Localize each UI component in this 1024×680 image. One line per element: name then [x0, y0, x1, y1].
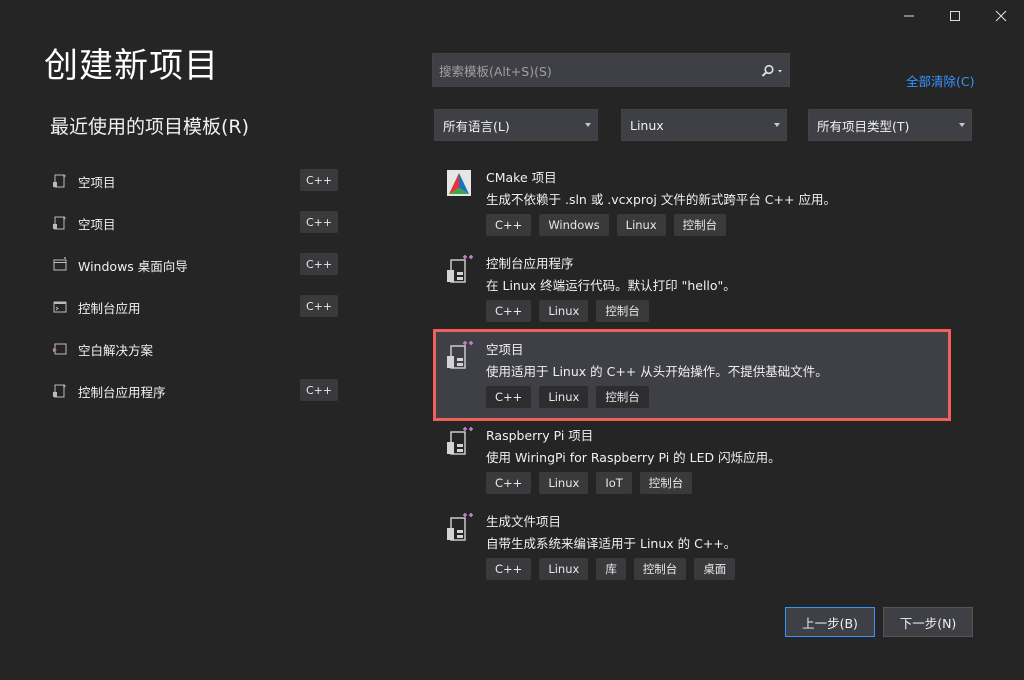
recent-item-label: 空项目: [78, 216, 116, 232]
template-name: Raspberry Pi 项目: [486, 428, 594, 443]
template-tag: 控制台: [633, 558, 687, 580]
back-button[interactable]: 上一步(B): [785, 607, 875, 637]
recent-templates-heading: 最近使用的项目模板(R): [50, 116, 250, 138]
clear-all-link[interactable]: 全部清除(C): [906, 71, 974, 90]
recent-item-label: 控制台应用程序: [78, 384, 166, 400]
template-description: 使用适用于 Linux 的 C++ 从头开始操作。不提供基础文件。: [486, 364, 828, 379]
platform-filter-dropdown[interactable]: Linux: [621, 109, 787, 141]
template-name: 生成文件项目: [486, 514, 562, 529]
recent-item-empty-project-windows[interactable]: 空项目 C++: [44, 202, 344, 244]
recent-item-console-app[interactable]: 控制台应用 C++: [44, 286, 344, 328]
chevron-down-icon: [959, 123, 965, 127]
template-name: CMake 项目: [486, 170, 557, 185]
platform-filter-value: Linux: [630, 117, 664, 133]
template-tag: C++: [486, 386, 532, 408]
next-button[interactable]: 下一步(N): [883, 607, 973, 637]
project-type-filter-value: 所有项目类型(T): [817, 118, 910, 134]
template-tag: C++: [486, 300, 532, 322]
template-tag: Linux: [539, 558, 589, 580]
linux-cpp-project-icon: [446, 512, 474, 544]
maximize-icon: [950, 11, 960, 21]
template-item-empty-project[interactable]: 空项目 使用适用于 Linux 的 C++ 从头开始操作。不提供基础文件。 C+…: [433, 329, 951, 421]
minimize-button[interactable]: [886, 0, 932, 32]
cmake-icon: [446, 168, 474, 200]
close-icon: [995, 10, 1007, 22]
template-description: 在 Linux 终端运行代码。默认打印 "hello"。: [486, 278, 736, 293]
maximize-button[interactable]: [932, 0, 978, 32]
template-name: 空项目: [486, 342, 524, 357]
recent-item-label: Windows 桌面向导: [78, 258, 188, 274]
language-filter-value: 所有语言(L): [443, 118, 510, 134]
console-app-icon: [50, 381, 70, 401]
recent-item-tag: C++: [300, 211, 339, 233]
template-tags: C++ Linux 控制台: [486, 300, 649, 322]
template-tag: 库: [596, 558, 626, 580]
recent-item-tag: C++: [300, 169, 339, 191]
template-tag: 控制台: [673, 214, 727, 236]
recent-item-label: 空白解决方案: [78, 342, 154, 358]
search-icon[interactable]: [759, 62, 785, 80]
blank-solution-icon: [50, 339, 70, 359]
template-tag: C++: [486, 558, 532, 580]
desktop-wizard-icon: [50, 255, 70, 275]
template-tag: 控制台: [639, 472, 693, 494]
template-item-cmake[interactable]: CMake 项目 生成不依赖于 .sln 或 .vcxproj 文件的新式跨平台…: [436, 160, 948, 246]
template-description: 自带生成系统来编译适用于 Linux 的 C++。: [486, 536, 737, 551]
recent-item-tag: C++: [300, 253, 339, 275]
template-tag: IoT: [596, 472, 632, 494]
template-tags: C++ Linux IoT 控制台: [486, 472, 693, 494]
template-tag: Linux: [539, 472, 589, 494]
template-tag: Windows: [539, 214, 609, 236]
template-name: 控制台应用程序: [486, 256, 574, 271]
page-title: 创建新项目: [44, 46, 219, 86]
recent-item-label: 空项目: [78, 174, 116, 190]
linux-project-icon: [50, 171, 70, 191]
chevron-down-icon: [585, 123, 591, 127]
window-controls: [886, 0, 1024, 32]
template-tags: C++ Windows Linux 控制台: [486, 214, 727, 236]
recent-item-console-application[interactable]: 控制台应用程序 C++: [44, 370, 344, 412]
linux-cpp-project-icon: [446, 340, 474, 372]
windows-project-icon: [50, 213, 70, 233]
console-app-icon: [50, 297, 70, 317]
recent-item-blank-solution[interactable]: 空白解决方案: [44, 328, 344, 370]
minimize-icon: [904, 15, 914, 17]
close-button[interactable]: [978, 0, 1024, 32]
template-tag: C++: [486, 472, 532, 494]
template-tags: C++ Linux 库 控制台 桌面: [486, 558, 736, 580]
recent-item-tag: C++: [300, 379, 339, 401]
template-tag: Linux: [539, 386, 589, 408]
template-tag: Linux: [539, 300, 589, 322]
linux-cpp-project-icon: [446, 254, 474, 286]
template-item-console-app[interactable]: 控制台应用程序 在 Linux 终端运行代码。默认打印 "hello"。 C++…: [436, 246, 948, 332]
recent-templates-list: 空项目 C++ 空项目 C++ Windows 桌面向导 C++ 控制台应用 C…: [44, 160, 344, 412]
template-description: 使用 WiringPi for Raspberry Pi 的 LED 闪烁应用。: [486, 450, 781, 465]
template-list: CMake 项目 生成不依赖于 .sln 或 .vcxproj 文件的新式跨平台…: [433, 160, 951, 590]
template-tags: C++ Linux 控制台: [486, 386, 649, 408]
template-item-makefile-project[interactable]: 生成文件项目 自带生成系统来编译适用于 Linux 的 C++。 C++ Lin…: [436, 504, 948, 590]
template-tag: C++: [486, 214, 532, 236]
recent-item-windows-desktop-wizard[interactable]: Windows 桌面向导 C++: [44, 244, 344, 286]
recent-item-label: 控制台应用: [78, 300, 141, 316]
recent-item-empty-project-linux[interactable]: 空项目 C++: [44, 160, 344, 202]
linux-cpp-project-icon: [446, 426, 474, 458]
recent-item-tag: C++: [300, 295, 339, 317]
template-tag: 控制台: [596, 300, 649, 322]
template-tag: 桌面: [694, 558, 736, 580]
project-type-filter-dropdown[interactable]: 所有项目类型(T): [808, 109, 972, 141]
language-filter-dropdown[interactable]: 所有语言(L): [434, 109, 598, 141]
template-item-raspberry-pi[interactable]: Raspberry Pi 项目 使用 WiringPi for Raspberr…: [436, 418, 948, 504]
search-input[interactable]: [433, 54, 759, 88]
template-description: 生成不依赖于 .sln 或 .vcxproj 文件的新式跨平台 C++ 应用。: [486, 192, 836, 207]
template-search-box: [432, 53, 790, 88]
template-tag: 控制台: [596, 386, 649, 408]
chevron-down-icon: [774, 123, 780, 127]
template-tag: Linux: [616, 214, 666, 236]
